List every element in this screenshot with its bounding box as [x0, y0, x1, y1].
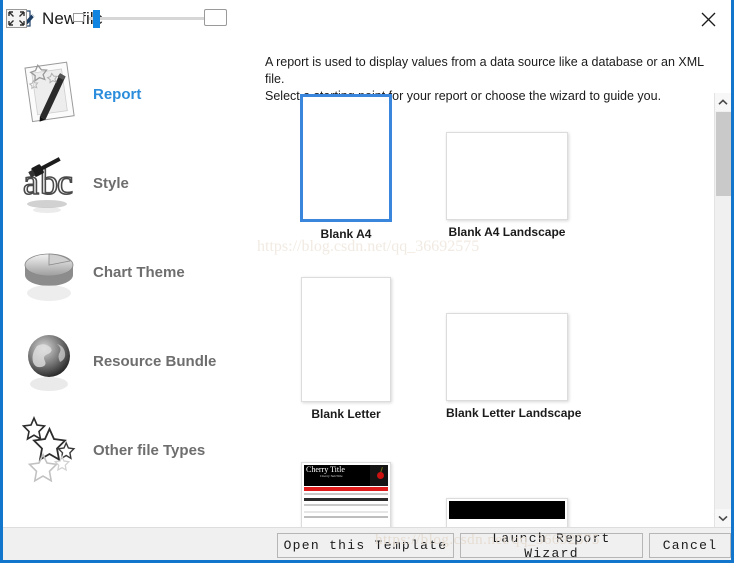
cherry-row-line	[304, 504, 388, 506]
template-gallery[interactable]: Blank A4 Blank A4 Landscape Blank Letter…	[256, 93, 711, 527]
fit-to-screen-icon[interactable]	[6, 9, 27, 28]
chevron-down-icon	[718, 509, 728, 527]
cherry-subtitle: Cherry SubTitle	[320, 474, 343, 478]
cherry-row-line	[304, 516, 388, 518]
thumbnail-size-slider[interactable]	[67, 8, 227, 28]
cherry-template-preview: Cherry Title Cherry SubTitle	[302, 463, 390, 527]
category-sidebar: Report a b c Style Chart Theme Resource …	[3, 38, 256, 527]
open-this-template-button[interactable]: Open this Template	[277, 533, 454, 558]
new-file-dialog: New file	[0, 0, 734, 563]
sidebar-item-label: Style	[93, 175, 129, 192]
cherry-group-band	[304, 498, 388, 501]
cherry-fruit	[377, 472, 384, 479]
globe-icon	[15, 320, 83, 404]
scrollbar-thumb[interactable]	[716, 112, 731, 196]
sidebar-item-other-file-types[interactable]: Other file Types	[3, 406, 256, 495]
close-button[interactable]	[685, 0, 731, 38]
template-thumbnail	[300, 94, 392, 222]
slider-track[interactable]	[89, 17, 213, 20]
sidebar-item-label: Other file Types	[93, 442, 206, 459]
sidebar-item-style[interactable]: a b c Style	[3, 139, 256, 228]
close-icon	[701, 12, 716, 27]
small-thumbnail-icon	[73, 13, 84, 22]
description-line-1: A report is used to display values from …	[265, 55, 704, 86]
template-label: Blank Letter	[311, 407, 381, 421]
sidebar-item-resource-bundle[interactable]: Resource Bundle	[3, 317, 256, 406]
cherry-title: Cherry Title	[306, 465, 345, 474]
svg-text:c: c	[57, 162, 73, 202]
cancel-button[interactable]: Cancel	[649, 533, 731, 558]
slider-handle[interactable]	[93, 10, 100, 28]
template-thumbnail	[446, 498, 568, 527]
sidebar-item-chart-theme[interactable]: Chart Theme	[3, 228, 256, 317]
gallery-scrollbar[interactable]	[714, 93, 731, 527]
template-label: Blank A4	[320, 227, 372, 241]
sidebar-item-report[interactable]: Report	[3, 50, 256, 139]
large-thumbnail-icon	[204, 9, 227, 26]
sidebar-item-label: Chart Theme	[93, 264, 185, 281]
template-thumbnail	[446, 313, 568, 401]
cherry-row-line	[304, 493, 388, 495]
preview-header-band	[449, 501, 565, 519]
stars-icon	[15, 409, 83, 493]
template-card-blank-letter[interactable]: Blank Letter	[301, 277, 391, 421]
launch-report-wizard-button[interactable]: Launch Report Wizard	[460, 531, 643, 560]
cherry-red-bar	[304, 487, 388, 491]
style-brush-icon: a b c	[15, 142, 83, 226]
scroll-down-button[interactable]	[715, 509, 731, 527]
pie-chart-icon	[15, 231, 83, 315]
template-card-blank-a4-landscape[interactable]: Blank A4 Landscape	[446, 132, 568, 239]
sidebar-item-label: Resource Bundle	[93, 353, 217, 370]
template-label: Blank Letter Landscape	[446, 406, 582, 420]
template-thumbnail	[301, 277, 391, 402]
template-card-row3-landscape[interactable]	[446, 498, 568, 527]
scroll-up-button[interactable]	[715, 93, 731, 111]
template-panel: A report is used to display values from …	[256, 38, 731, 527]
template-card-cherry[interactable]: Cherry Title Cherry SubTitle	[301, 462, 391, 527]
template-thumbnail: Cherry Title Cherry SubTitle	[301, 462, 391, 527]
template-thumbnail	[446, 132, 568, 220]
report-wand-icon	[15, 53, 83, 137]
template-card-blank-letter-landscape[interactable]: Blank Letter Landscape	[446, 313, 581, 420]
template-label: Blank A4 Landscape	[448, 225, 566, 239]
template-card-blank-a4[interactable]: Blank A4	[300, 94, 392, 241]
cherry-row-line	[304, 511, 388, 513]
chevron-up-icon	[718, 93, 728, 111]
sidebar-item-label: Report	[93, 86, 142, 103]
